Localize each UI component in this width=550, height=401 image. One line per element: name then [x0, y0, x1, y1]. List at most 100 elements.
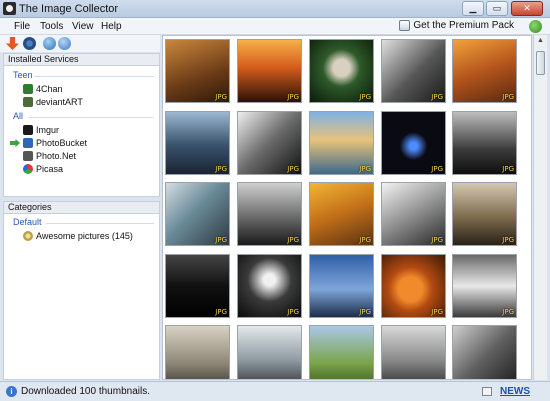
menu-bar: File Tools View Help Get the Premium Pac… — [0, 18, 550, 35]
thumbnail[interactable]: JPG — [381, 254, 446, 318]
thumbnail-format-tag: JPG — [431, 236, 443, 244]
thumbnail[interactable] — [309, 325, 374, 379]
thumbnail[interactable] — [237, 325, 302, 379]
info-icon[interactable] — [58, 37, 71, 50]
thumbnail[interactable]: JPG — [165, 254, 230, 318]
premium-pack-label: Get the Premium Pack — [413, 20, 514, 31]
info-icon: i — [6, 386, 17, 397]
thumbnail-format-tag: JPG — [215, 308, 227, 316]
thumbnail[interactable]: JPG — [237, 254, 302, 318]
thumbnail[interactable]: JPG — [381, 111, 446, 175]
installed-services-header: Installed Services — [3, 53, 160, 66]
thumbnail[interactable]: JPG — [452, 182, 517, 246]
thumbnail[interactable]: JPG — [381, 39, 446, 103]
thumbnail[interactable]: JPG — [237, 111, 302, 175]
thumbnail[interactable]: JPG — [309, 182, 374, 246]
service-photonet[interactable]: Photo.Net — [23, 150, 76, 162]
service-label: Photo.Net — [36, 151, 77, 161]
category-label: Awesome pictures (145) — [36, 231, 133, 241]
premium-pack-icon — [399, 20, 411, 31]
selected-arrow-icon — [10, 139, 20, 147]
service-label: deviantART — [36, 97, 83, 107]
thumbnail[interactable]: JPG — [237, 182, 302, 246]
thumbnail-format-tag: JPG — [359, 308, 371, 316]
news-icon — [482, 387, 492, 396]
left-toolbar — [0, 35, 160, 52]
window-title: The Image Collector — [19, 3, 119, 15]
maximize-button[interactable]: ▭ — [486, 1, 508, 16]
4chan-icon — [23, 84, 33, 94]
thumbnail-format-tag: JPG — [215, 93, 227, 101]
thumbnail[interactable]: JPG — [309, 39, 374, 103]
group-label-default: Default — [13, 217, 42, 227]
category-awesome-pictures[interactable]: Awesome pictures (145) — [23, 230, 133, 242]
thumbnail[interactable]: JPG — [309, 111, 374, 175]
menu-help[interactable]: Help — [101, 21, 122, 32]
download-arrow-icon[interactable] — [6, 37, 19, 50]
globe-icon[interactable] — [43, 37, 56, 50]
minimize-button[interactable]: ▁ — [462, 1, 484, 16]
menu-file[interactable]: File — [14, 21, 30, 32]
imgur-icon — [23, 125, 33, 135]
title-bar: The Image Collector ▁ ▭ ✕ — [0, 0, 550, 18]
service-4chan[interactable]: 4Chan — [23, 83, 63, 95]
thumbnail[interactable]: JPG — [381, 182, 446, 246]
group-label-teen: Teen — [13, 70, 33, 80]
thumbnail-format-tag: JPG — [502, 93, 514, 101]
group-label-all: All — [13, 111, 24, 121]
gear-icon[interactable] — [23, 37, 36, 50]
thumbnail-format-tag: JPG — [287, 93, 299, 101]
photonet-icon — [23, 151, 33, 161]
thumbnail[interactable]: JPG — [165, 39, 230, 103]
thumbnail[interactable]: JPG — [309, 254, 374, 318]
service-picasa[interactable]: Picasa — [23, 163, 63, 175]
service-label: 4Chan — [36, 84, 63, 94]
gallery-scrollbar[interactable]: ▲ — [533, 35, 547, 380]
thumbnail-format-tag: JPG — [431, 308, 443, 316]
service-deviantart[interactable]: deviantART — [23, 96, 83, 108]
thumbnail[interactable]: JPG — [452, 39, 517, 103]
scroll-up-icon[interactable]: ▲ — [536, 37, 545, 46]
service-photobucket[interactable]: PhotoBucket — [23, 137, 87, 149]
status-text: Downloaded 100 thumbnails. — [21, 386, 150, 397]
service-label: Imgur — [36, 125, 60, 135]
service-label: PhotoBucket — [36, 138, 88, 148]
divider — [28, 117, 154, 118]
menu-tools[interactable]: Tools — [40, 21, 63, 32]
thumbnail[interactable] — [381, 325, 446, 379]
thumbnail-format-tag: JPG — [215, 165, 227, 173]
refresh-icon[interactable] — [529, 20, 542, 33]
thumbnail-format-tag: JPG — [502, 236, 514, 244]
thumbnail-gallery: JPG JPG JPG JPG JPG JPG JPG JPG JPG JPG JPG JPG JPG J… — [162, 35, 532, 380]
menu-view[interactable]: View — [72, 21, 94, 32]
thumbnail[interactable]: JPG — [165, 111, 230, 175]
thumbnail-format-tag: JPG — [287, 236, 299, 244]
divider — [46, 223, 154, 224]
scrollbar-thumb[interactable] — [536, 51, 545, 75]
premium-pack-link[interactable]: Get the Premium Pack — [399, 20, 514, 31]
close-button[interactable]: ✕ — [511, 1, 543, 16]
thumbnail-format-tag: JPG — [431, 165, 443, 173]
divider — [34, 76, 154, 77]
category-icon — [23, 231, 33, 241]
thumbnail-format-tag: JPG — [431, 93, 443, 101]
thumbnail[interactable] — [452, 325, 517, 379]
thumbnail-format-tag: JPG — [359, 93, 371, 101]
thumbnail[interactable]: JPG — [165, 182, 230, 246]
thumbnail[interactable]: JPG — [237, 39, 302, 103]
thumbnail-format-tag: JPG — [502, 308, 514, 316]
thumbnail[interactable]: JPG — [452, 254, 517, 318]
thumbnail-format-tag: JPG — [359, 165, 371, 173]
deviantart-icon — [23, 97, 33, 107]
thumbnail-format-tag: JPG — [359, 236, 371, 244]
app-icon — [3, 2, 16, 15]
thumbnail-format-tag: JPG — [287, 165, 299, 173]
thumbnail[interactable] — [165, 325, 230, 379]
thumbnail-format-tag: JPG — [502, 165, 514, 173]
news-link[interactable]: NEWS — [500, 386, 530, 397]
installed-services-list: Teen 4Chan deviantART All Imgur PhotoBuc… — [3, 66, 160, 197]
thumbnail-format-tag: JPG — [287, 308, 299, 316]
thumbnail[interactable]: JPG — [452, 111, 517, 175]
photobucket-icon — [23, 138, 33, 148]
service-imgur[interactable]: Imgur — [23, 124, 59, 136]
